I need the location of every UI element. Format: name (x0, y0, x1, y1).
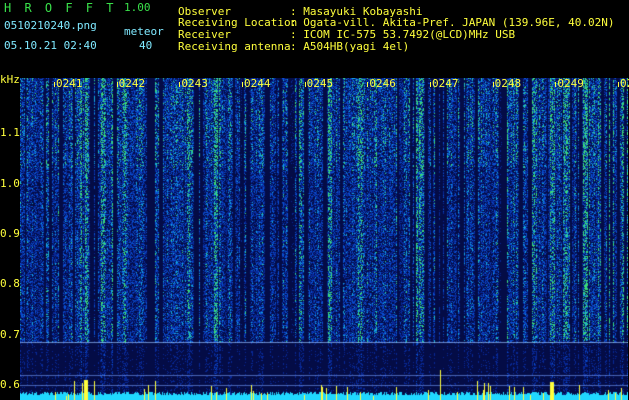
time-label: 0241 (56, 77, 83, 90)
hroft-window: H R O F F T 1.00 0510210240.png meteor 0… (0, 0, 629, 400)
time-label: 0249 (557, 77, 584, 90)
time-label: 0247 (432, 77, 459, 90)
y-tick-label: 1.1 (0, 126, 20, 140)
time-tick (242, 82, 243, 87)
time-label: 0243 (181, 77, 208, 90)
y-tick-label: 0.9 (0, 226, 20, 240)
y-tick-label: 0.7 (0, 327, 20, 341)
time-label: 0250 (620, 77, 629, 90)
y-tick-label: 1.0 (0, 176, 20, 190)
time-label: 0246 (369, 77, 396, 90)
time-tick (430, 82, 431, 87)
antenna-value: : A504HB(yagi 4el) (290, 40, 410, 53)
y-tick-label: 0.6 (0, 377, 20, 391)
spectrogram-plot (20, 78, 628, 400)
time-label: 0244 (244, 77, 271, 90)
time-tick (54, 82, 55, 87)
time-tick (555, 82, 557, 87)
time-tick (116, 82, 118, 87)
time-label: 0242 (118, 77, 146, 90)
spectrogram-canvas (20, 78, 628, 400)
file-name: 0510210240.png (4, 19, 97, 32)
time-axis: 0241 0242 0243 0244 0245 0246 0247 0248 0249 0250 (20, 77, 629, 92)
time-tick (492, 82, 494, 87)
meteor-count: 40 (139, 39, 153, 52)
meteor-label: meteor (124, 25, 164, 38)
antenna-label: Receiving antenna (178, 40, 291, 53)
time-label: 0248 (494, 77, 522, 90)
y-tick-label: 0.8 (0, 277, 20, 291)
app-name: H R O F F T (4, 1, 117, 15)
time-tick (304, 82, 306, 87)
header-area: H R O F F T 1.00 0510210240.png meteor 0… (0, 0, 629, 76)
time-label: 0245 (306, 77, 334, 90)
time-tick (367, 82, 369, 87)
date-time: 05.10.21 02:40 (4, 39, 97, 52)
y-axis: 1.1 1.0 0.9 0.8 0.7 0.6 (0, 78, 20, 400)
time-tick (179, 82, 181, 87)
time-tick (618, 82, 619, 87)
app-version: 1.00 (124, 1, 151, 14)
